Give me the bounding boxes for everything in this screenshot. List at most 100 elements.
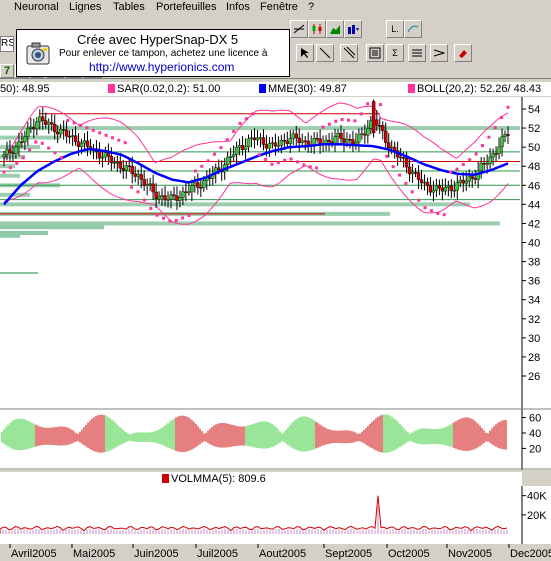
x-tick-label: Mai2005 [73, 548, 115, 560]
candle-body [8, 149, 12, 154]
tab-7[interactable]: 7 [0, 64, 14, 78]
candle-body [315, 138, 319, 140]
area-chart-icon[interactable] [326, 20, 344, 38]
candle-body [279, 140, 284, 146]
price-tick-label: 40 [528, 238, 540, 250]
volume-legend: VOLMMA(5): 809.6 [0, 472, 522, 486]
hlines-icon[interactable] [408, 44, 426, 62]
sar-dot [442, 213, 446, 217]
sar-dot [15, 161, 19, 165]
vol-tick-label: 40K [527, 491, 547, 503]
bars-icon[interactable] [344, 20, 362, 38]
sar-dot [500, 115, 504, 119]
candle-body [276, 145, 281, 147]
sar-dot [8, 166, 12, 170]
sar-dot [149, 206, 153, 210]
candle-body [47, 122, 51, 125]
arrow-tool-icon[interactable] [430, 44, 448, 62]
camera-icon [26, 42, 50, 65]
trendline-icon[interactable] [316, 44, 334, 62]
symbol-combo[interactable]: RS [0, 36, 14, 52]
profile-bar [0, 225, 104, 230]
fibonacci-icon[interactable]: Σ [386, 44, 404, 62]
price-tick-label: 46 [528, 180, 540, 192]
menu-portefeuilles[interactable]: Portefeuilles [156, 0, 217, 14]
price-chart[interactable]: 26 28 30 32 34 36 38 40 42 44 46 48 50 52 54 [0, 97, 551, 410]
candle-body [20, 141, 24, 143]
candle-body [267, 143, 272, 149]
candle-body [184, 191, 188, 193]
candle-body [506, 134, 510, 136]
sar-dot [436, 212, 440, 216]
candle-body [23, 136, 27, 143]
candle-body [228, 156, 233, 158]
candle-body [127, 165, 131, 167]
candle-body [458, 179, 462, 183]
candle-body [339, 132, 343, 139]
candle-body [100, 156, 105, 159]
candles-icon[interactable] [308, 20, 326, 38]
parallel-lines-icon[interactable] [340, 44, 358, 62]
candle-body [151, 183, 155, 193]
legend-sar-label: SAR(0.02,0.2): 51.00 [117, 83, 221, 95]
candle-body [285, 140, 290, 144]
candle-body [208, 177, 212, 179]
sar-dot [110, 136, 114, 140]
menu-lignes[interactable]: Lignes [69, 0, 101, 14]
lines-icon[interactable] [290, 20, 308, 38]
sar-dot [315, 166, 319, 170]
candle-body [61, 129, 66, 131]
menu-fenetre[interactable]: Fenêtre [260, 0, 298, 14]
indicator-icon[interactable] [404, 20, 422, 38]
sar-dot [340, 118, 344, 122]
candle-body [440, 187, 445, 192]
stamp-url[interactable]: http://www.hyperionics.com [89, 60, 234, 74]
candle-body [252, 137, 257, 141]
candle-body [217, 167, 221, 170]
candle-body [190, 185, 194, 193]
candle-body [124, 165, 128, 171]
candle-body [369, 120, 373, 129]
cursor-icon[interactable] [296, 44, 314, 62]
legend-boll: BOLL(20,2): 52.26/ 48.43 [408, 82, 541, 96]
candle-body [461, 179, 465, 184]
menu-tables[interactable]: Tables [113, 0, 145, 14]
sar-dot [244, 117, 248, 121]
volume-swatch [162, 474, 169, 483]
boll-swatch [408, 84, 415, 93]
candle-body [375, 119, 379, 126]
menu-infos[interactable]: Infos [226, 0, 250, 14]
x-tick-label: Nov2005 [448, 548, 492, 560]
sar-dot [449, 170, 453, 174]
indicator-legend: 50): 48.95 SAR(0.02,0.2): 51.00 MME(30):… [0, 82, 551, 96]
candle-body [172, 194, 176, 197]
menu-help[interactable]: ? [308, 0, 314, 14]
candle-body [133, 173, 137, 177]
menu-neuronal[interactable]: Neuronal [14, 0, 59, 14]
oscillator-chart[interactable]: 20 40 60 [0, 410, 551, 470]
scale-icon[interactable]: L. [386, 20, 404, 38]
legend-first: 50): 48.95 [0, 83, 50, 95]
candle-body [378, 125, 382, 127]
volume-chart[interactable]: 20K 40K [0, 486, 551, 544]
sar-dot [47, 146, 51, 150]
legend-mme: MME(30): 49.87 [259, 82, 347, 96]
price-tick-label: 38 [528, 257, 540, 269]
eraser-icon[interactable] [454, 44, 472, 62]
profile-bar [0, 135, 60, 140]
sar-dot [72, 121, 76, 125]
candle-body [384, 130, 388, 143]
candle-body [389, 146, 394, 149]
text-icon[interactable] [366, 44, 384, 62]
sar-dot [187, 213, 191, 217]
candle-body [261, 137, 266, 145]
price-tick-label: 42 [528, 218, 540, 230]
candle-body [79, 142, 84, 147]
candle-body [11, 152, 15, 155]
candle-body [166, 199, 170, 201]
candle-body [85, 140, 90, 147]
sar-dot [468, 158, 472, 162]
candle-body [76, 141, 81, 147]
sar-dot [276, 161, 280, 165]
sar-dot [181, 216, 185, 220]
